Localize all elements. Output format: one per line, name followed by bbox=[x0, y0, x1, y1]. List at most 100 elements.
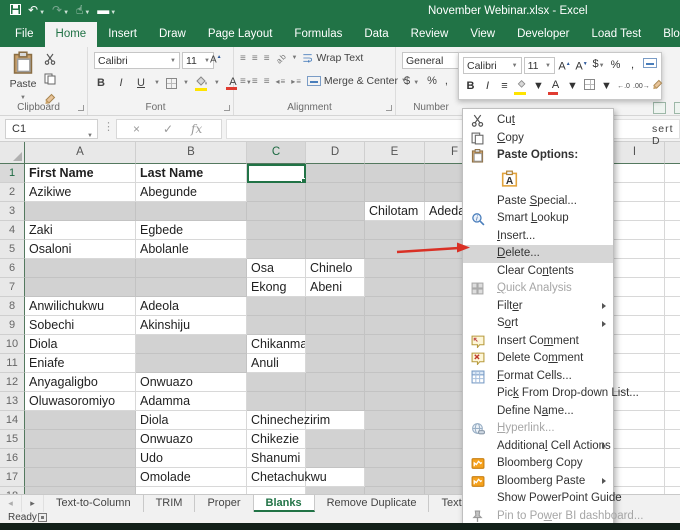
cell-E1[interactable] bbox=[365, 164, 425, 183]
cell-E16[interactable] bbox=[365, 449, 425, 468]
mini-font-color-icon[interactable]: A bbox=[548, 78, 563, 95]
ribbon-tab-data[interactable]: Data bbox=[353, 22, 399, 47]
cell-D5[interactable] bbox=[306, 240, 365, 259]
cell-A14[interactable] bbox=[25, 411, 136, 430]
cell-C11[interactable]: Anuli bbox=[247, 354, 306, 373]
cell-C18[interactable] bbox=[247, 487, 306, 494]
font-name-select[interactable]: Calibri▼ bbox=[94, 52, 180, 69]
menu-item-bloomberg-paste[interactable]: Bloomberg Paste bbox=[463, 473, 613, 491]
cell-I16[interactable] bbox=[605, 449, 665, 468]
menu-item-clear-contents[interactable]: Clear Contents bbox=[463, 263, 613, 281]
menu-item-sort[interactable]: Sort bbox=[463, 315, 613, 333]
cell-C6[interactable]: Osa bbox=[247, 259, 306, 278]
cell-B5[interactable]: Abolanle bbox=[136, 240, 247, 259]
cell-J5[interactable] bbox=[665, 240, 680, 259]
cell-B17[interactable]: Omolade bbox=[136, 468, 247, 487]
ribbon-tab-developer[interactable]: Developer bbox=[506, 22, 580, 47]
ribbon-tab-formulas[interactable]: Formulas bbox=[283, 22, 353, 47]
cell-J6[interactable] bbox=[665, 259, 680, 278]
decrease-indent-icon[interactable]: ◂≡ bbox=[276, 77, 287, 86]
enter-icon[interactable]: ✓ bbox=[163, 122, 173, 136]
row-header-7[interactable]: 7 bbox=[0, 278, 25, 297]
cell-J1[interactable] bbox=[665, 164, 680, 183]
row-header-4[interactable]: 4 bbox=[0, 221, 25, 240]
mini-align-center-icon[interactable]: ≡ bbox=[497, 79, 512, 94]
align-left-icon[interactable]: ≡ bbox=[240, 76, 247, 87]
currency-format-icon[interactable]: $ ▼ bbox=[404, 75, 419, 87]
cell-B14[interactable]: Diola bbox=[136, 411, 247, 430]
cell-A15[interactable] bbox=[25, 430, 136, 449]
cell-D7[interactable]: Abeni bbox=[306, 278, 365, 297]
wrap-text-button[interactable]: Wrap Text bbox=[302, 52, 363, 64]
ribbon-tab-home[interactable]: Home bbox=[45, 22, 98, 47]
cell-I4[interactable] bbox=[605, 221, 665, 240]
cell-J17[interactable] bbox=[665, 468, 680, 487]
cell-A9[interactable]: Sobechi bbox=[25, 316, 136, 335]
mini-merge-icon[interactable] bbox=[642, 58, 657, 73]
row-header-1[interactable]: 1 bbox=[0, 164, 25, 183]
mini-borders-icon[interactable] bbox=[582, 79, 597, 95]
clipboard-dialog-launcher[interactable] bbox=[78, 105, 84, 111]
cell-I2[interactable] bbox=[605, 183, 665, 202]
row-header-5[interactable]: 5 bbox=[0, 240, 25, 259]
cell-D6[interactable]: Chinelo bbox=[306, 259, 365, 278]
cell-D12[interactable] bbox=[306, 373, 365, 392]
cell-C8[interactable] bbox=[247, 297, 306, 316]
cell-B10[interactable] bbox=[136, 335, 247, 354]
cell-E18[interactable] bbox=[365, 487, 425, 494]
mini-format-painter-icon[interactable] bbox=[650, 79, 665, 95]
cell-B6[interactable] bbox=[136, 259, 247, 278]
cell-I6[interactable] bbox=[605, 259, 665, 278]
delete-cells-icon[interactable] bbox=[674, 102, 680, 114]
cell-J11[interactable] bbox=[665, 354, 680, 373]
cell-J2[interactable] bbox=[665, 183, 680, 202]
mini-decrease-decimal-icon[interactable]: .00→ bbox=[633, 79, 648, 94]
ribbon-tab-file[interactable]: File bbox=[4, 22, 45, 47]
cell-E12[interactable] bbox=[365, 373, 425, 392]
cell-C16[interactable]: Shanumi bbox=[247, 449, 306, 468]
cell-A3[interactable] bbox=[25, 202, 136, 221]
cell-C17[interactable]: Chetachukwu bbox=[247, 468, 306, 487]
ribbon-tab-review[interactable]: Review bbox=[400, 22, 460, 47]
paste-button[interactable]: Paste ▼ bbox=[6, 51, 40, 109]
cell-D13[interactable] bbox=[306, 392, 365, 411]
cell-A18[interactable] bbox=[25, 487, 136, 494]
cell-J13[interactable] bbox=[665, 392, 680, 411]
col-header-B[interactable]: B bbox=[136, 142, 247, 164]
alignment-dialog-launcher[interactable] bbox=[386, 105, 392, 111]
align-center-icon[interactable]: ≡ bbox=[252, 76, 259, 87]
col-header-C[interactable]: C bbox=[247, 142, 306, 164]
borders-icon[interactable] bbox=[166, 78, 177, 89]
mini-fill-color-icon[interactable] bbox=[514, 78, 529, 95]
cell-A12[interactable]: Anyagaligbo bbox=[25, 373, 136, 392]
macro-record-icon[interactable] bbox=[38, 513, 47, 522]
cell-B18[interactable] bbox=[136, 487, 247, 494]
menu-item-insert-comment[interactable]: Insert Comment bbox=[463, 333, 613, 351]
cell-B2[interactable]: Abegunde bbox=[136, 183, 247, 202]
cell-C9[interactable] bbox=[247, 316, 306, 335]
cell-I11[interactable] bbox=[605, 354, 665, 373]
cell-B9[interactable]: Akinshiju bbox=[136, 316, 247, 335]
percent-format-icon[interactable]: % bbox=[427, 75, 437, 87]
cell-J7[interactable] bbox=[665, 278, 680, 297]
sheet-tab-text-to-column[interactable]: Text-to-Column bbox=[44, 495, 144, 512]
cell-C2[interactable] bbox=[247, 183, 306, 202]
name-box[interactable]: C1▼ bbox=[5, 119, 98, 139]
cell-I3[interactable] bbox=[605, 202, 665, 221]
row-header-17[interactable]: 17 bbox=[0, 468, 25, 487]
cell-D11[interactable] bbox=[306, 354, 365, 373]
cell-B4[interactable]: Egbede bbox=[136, 221, 247, 240]
cell-C15[interactable]: Chikezie bbox=[247, 430, 306, 449]
menu-item-delete[interactable]: Delete... bbox=[463, 245, 613, 263]
cell-A1[interactable]: First Name bbox=[25, 164, 136, 183]
row-header-2[interactable]: 2 bbox=[0, 183, 25, 202]
cell-J12[interactable] bbox=[665, 373, 680, 392]
cell-I9[interactable] bbox=[605, 316, 665, 335]
underline-button[interactable]: U bbox=[134, 77, 148, 89]
cell-D4[interactable] bbox=[306, 221, 365, 240]
cell-B1[interactable]: Last Name bbox=[136, 164, 247, 183]
cell-E17[interactable] bbox=[365, 468, 425, 487]
cell-A17[interactable] bbox=[25, 468, 136, 487]
align-right-icon[interactable]: ≡ bbox=[264, 76, 271, 87]
menu-item-smart-lookup[interactable]: iSmart Lookup bbox=[463, 210, 613, 228]
